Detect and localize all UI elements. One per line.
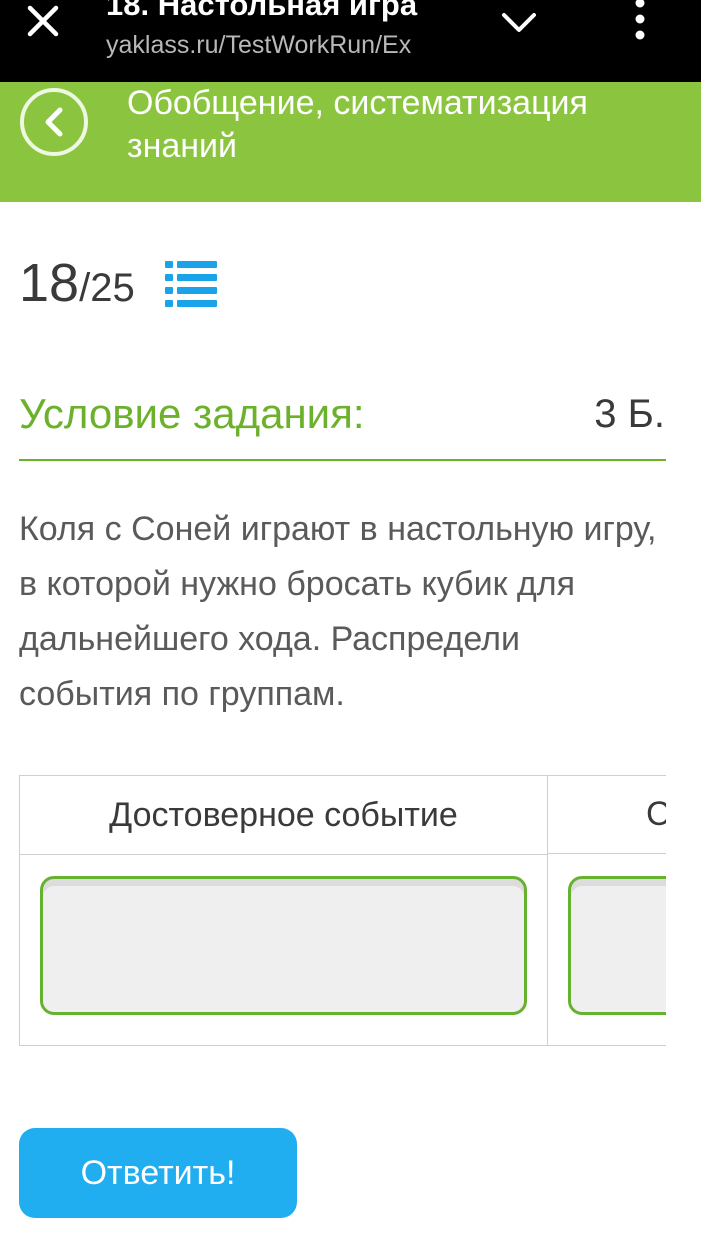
tab-title: 18. Настольная игра (106, 0, 418, 22)
more-options-button[interactable] (620, 0, 660, 42)
task-points: 3 Б. (594, 392, 665, 436)
drop-zone[interactable] (568, 876, 666, 1015)
task-condition-label: Условие задания: (19, 390, 365, 437)
group-title: Достоверное событие (20, 776, 547, 855)
drop-zone[interactable] (40, 876, 527, 1015)
back-button[interactable] (18, 86, 90, 158)
chevron-down-icon (502, 13, 536, 32)
close-tab-button[interactable] (20, 0, 66, 42)
groups-scroll-content[interactable]: Достоверное событие С (19, 775, 666, 1046)
current-question-number: 18 (19, 253, 80, 313)
list-icon (165, 261, 217, 307)
counter-separator: / (79, 266, 91, 310)
tab-url[interactable]: yaklass.ru/TestWorkRun/Ex (106, 28, 456, 62)
expand-button[interactable] (496, 4, 542, 42)
group-column: С (547, 775, 666, 1046)
section-title: Обобщение, систематизация знаний (127, 84, 588, 165)
task-divider (19, 459, 666, 461)
groups-table: Достоверное событие С (19, 775, 666, 1046)
question-list-button[interactable] (164, 259, 218, 307)
total-questions: 25 (90, 266, 135, 310)
group-title: С (548, 776, 666, 854)
question-counter: 18 / 25 (19, 250, 135, 320)
browser-bar: 18. Настольная игра yaklass.ru/TestWorkR… (0, 0, 701, 82)
section-header: Обобщение, систематизация знаний (0, 82, 701, 202)
back-arrow-icon (20, 88, 88, 156)
submit-answer-button[interactable]: Ответить! (19, 1128, 297, 1218)
question-text: Коля с Соней играют в настольную игру, в… (19, 510, 657, 713)
more-vertical-icon (635, 0, 645, 40)
group-column: Достоверное событие (19, 775, 548, 1046)
close-icon (27, 5, 59, 37)
